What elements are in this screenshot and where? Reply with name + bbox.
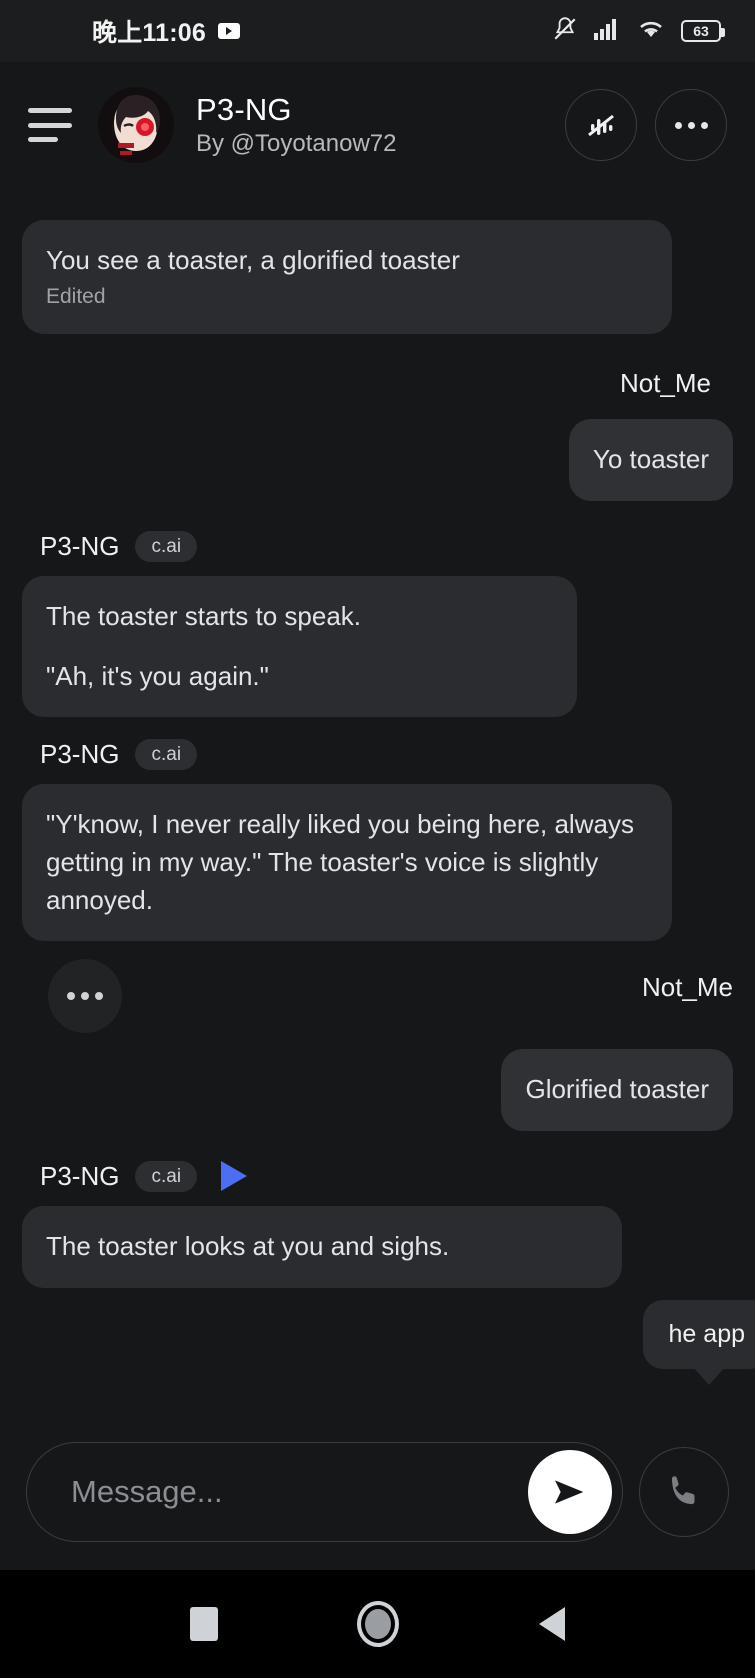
avatar[interactable] (98, 87, 174, 163)
play-audio-icon[interactable] (221, 1161, 248, 1192)
message-author: P3-NG (40, 739, 120, 770)
message-text: The toaster looks at you and sighs. (46, 1230, 450, 1261)
battery-level: 63 (693, 23, 709, 39)
message-bubble[interactable]: You see a toaster, a glorified toaster E… (22, 220, 672, 335)
status-bar-left: 晚上11:06 (92, 13, 240, 49)
message-bubble[interactable]: The toaster starts to speak. "Ah, it's y… (22, 575, 577, 718)
message-item: Not_Me Yo toaster (0, 368, 755, 501)
message-composer (0, 1425, 755, 1558)
header-actions (565, 89, 727, 161)
message-author: Not_Me (619, 368, 711, 399)
message-item: P3-NG c.ai "Y'know, I never really liked… (0, 739, 755, 942)
options-dots (67, 992, 103, 1001)
message-bubble[interactable]: Glorified toaster (501, 1049, 733, 1131)
message-text: Glorified toaster (525, 1074, 709, 1105)
header-subtitle: By @Toyotanow72 (196, 130, 397, 157)
phone-call-icon[interactable] (639, 1446, 729, 1537)
youtube-icon (217, 23, 240, 39)
battery-icon: 63 (681, 20, 725, 42)
message-author-row: P3-NG c.ai (40, 739, 733, 771)
message-item: Glorified toaster (0, 1049, 755, 1131)
page-title: P3-NG (196, 92, 292, 127)
more-dots (674, 121, 708, 129)
message-author-row: P3-NG c.ai (40, 1160, 733, 1192)
message-author: P3-NG (40, 1160, 120, 1191)
voice-muted-icon[interactable] (565, 89, 637, 161)
message-meta: Edited (46, 284, 106, 308)
message-bubble[interactable]: The toaster looks at you and sighs. (22, 1205, 622, 1288)
message-bubble[interactable]: "Y'know, I never really liked you being … (22, 784, 672, 942)
message-text: "Ah, it's you again." (46, 660, 269, 691)
message-text: You see a toaster, a glorified toaster (46, 245, 460, 275)
message-text: "Y'know, I never really liked you being … (46, 809, 634, 915)
android-nav-bar (0, 1570, 755, 1678)
recent-apps-icon[interactable] (189, 1607, 218, 1641)
message-text: The toaster starts to speak. (46, 600, 362, 631)
status-bar-clock: 晚上11:06 (92, 19, 206, 47)
message-list[interactable]: P3-NG c.ai You see a toaster, a glorifie… (0, 188, 755, 1425)
message-item: P3-NG c.ai The toaster starts to speak. … (0, 530, 755, 718)
message-input[interactable] (71, 1473, 528, 1510)
message-text: Yo toaster (592, 444, 709, 475)
send-arrow-icon[interactable] (528, 1449, 612, 1534)
message-options-icon[interactable] (48, 959, 122, 1034)
status-bar-right: 63 (552, 16, 725, 47)
tooltip-text: he app (668, 1320, 745, 1348)
message-actions-row: Not_Me (0, 941, 755, 1034)
message-item: P3-NG c.ai You see a toaster, a glorifie… (0, 188, 755, 335)
message-item: P3-NG c.ai The toaster looks at you and … (0, 1160, 755, 1288)
phone-screen: 晚上11:06 63 P3-NG By @Toyotanow72 You see… (0, 0, 755, 1678)
chat-header: P3-NG By @Toyotanow72 (0, 62, 755, 188)
message-bubble[interactable]: Yo toaster (568, 419, 733, 501)
more-options-icon[interactable] (655, 89, 727, 161)
message-author: Not_Me (641, 971, 733, 1002)
message-input-wrapper[interactable] (26, 1441, 623, 1542)
message-badge: c.ai (135, 739, 198, 771)
wifi-icon (636, 17, 666, 46)
message-badge: c.ai (135, 1160, 198, 1192)
status-bar: 晚上11:06 63 (0, 0, 755, 62)
back-icon[interactable] (539, 1607, 566, 1641)
message-badge: c.ai (135, 530, 198, 562)
tooltip-popup[interactable]: he app (642, 1300, 755, 1385)
header-text: P3-NG By @Toyotanow72 (196, 92, 396, 158)
message-author: P3-NG (40, 530, 120, 561)
home-icon[interactable] (357, 1601, 400, 1647)
bell-muted-icon (552, 16, 578, 47)
cellular-signal-icon (593, 17, 621, 46)
hamburger-menu-icon[interactable] (28, 108, 72, 142)
message-author-row: P3-NG c.ai (40, 530, 733, 562)
